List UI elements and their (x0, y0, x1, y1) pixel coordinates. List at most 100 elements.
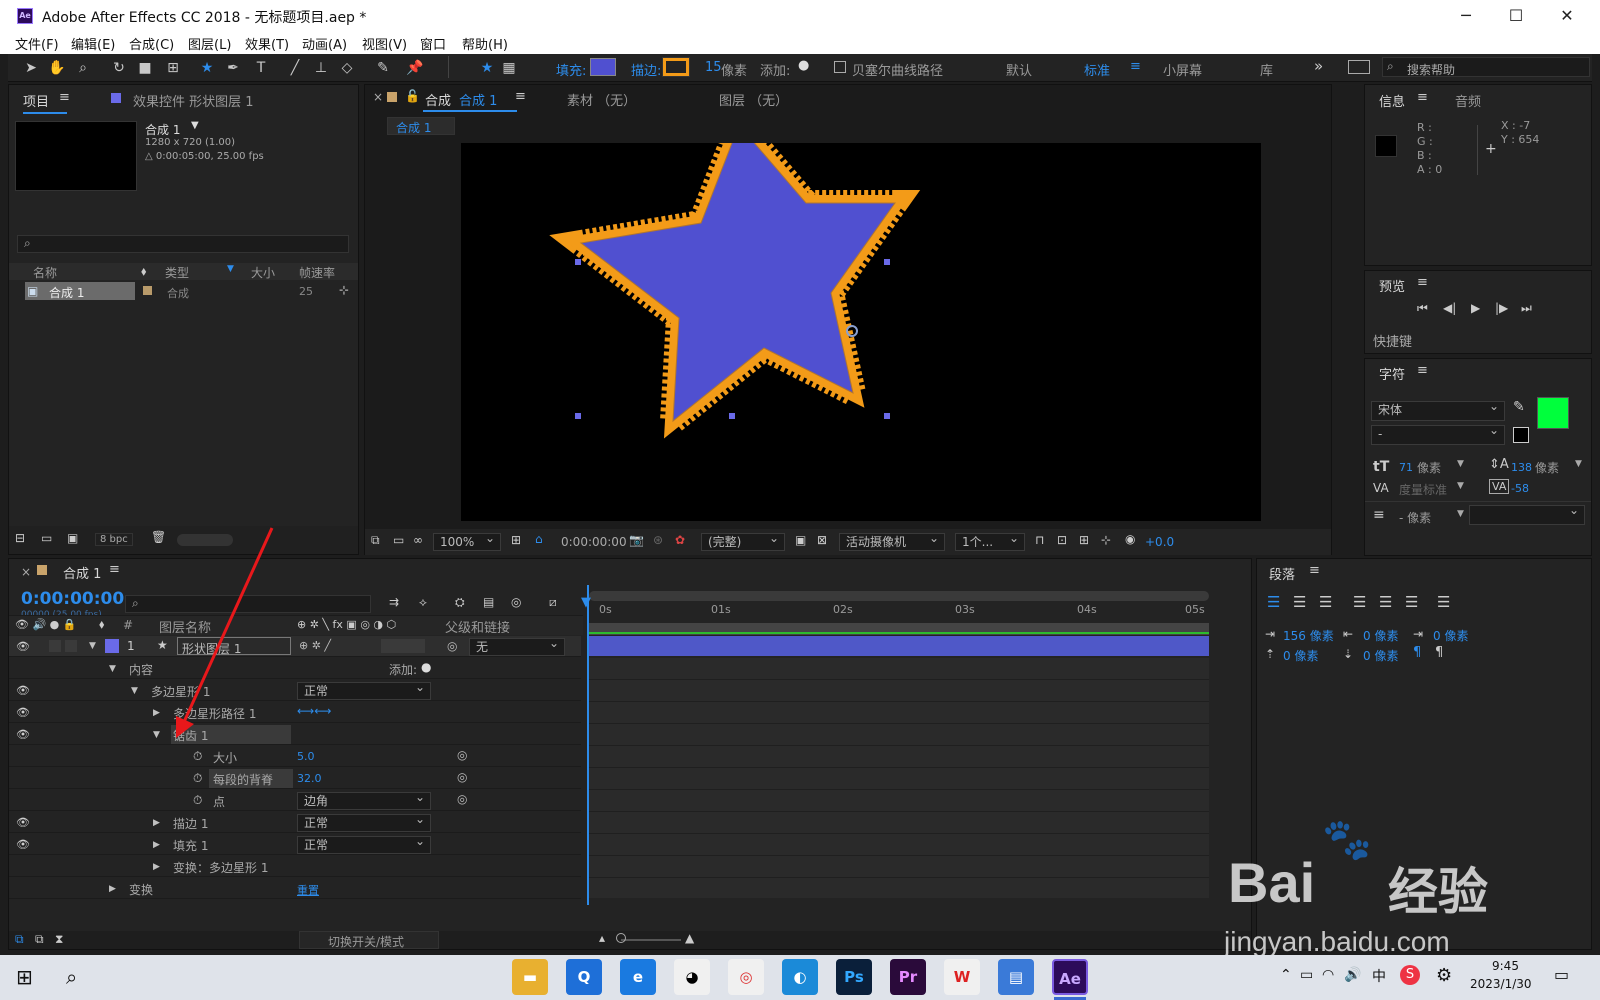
help-search-input[interactable]: 搜索帮助 (1407, 61, 1455, 78)
transform-row[interactable]: ▶ 变换 重置 (9, 878, 581, 899)
menu-animation[interactable]: 动画(A) (302, 34, 347, 53)
fill-stroke-toggle-icon[interactable] (1513, 427, 1529, 443)
font-family-dropdown[interactable]: 宋体 (1371, 398, 1505, 421)
volume-icon[interactable]: 🔊 (1344, 967, 1361, 983)
start-windows-icon[interactable]: ⊞ (16, 965, 33, 989)
battery-icon[interactable]: ▭ (1300, 967, 1313, 983)
mask-mode-icon[interactable]: ▦ (500, 59, 518, 77)
rtl-direction-icon[interactable]: ¶ (1435, 645, 1443, 660)
zoom-tool-icon[interactable]: ⌕ (74, 59, 92, 77)
tab-audio[interactable]: 音频 (1455, 91, 1481, 110)
wifi-icon[interactable]: ◠ (1322, 967, 1334, 983)
puppet-pin-tool-icon[interactable]: 📌 (406, 59, 424, 77)
menu-file[interactable]: 文件(F) (15, 34, 59, 53)
collapse-triangle-icon[interactable]: ▶ (109, 884, 116, 894)
parent-dropdown[interactable]: 无 (469, 635, 565, 656)
stroke-mode-dropdown[interactable]: 正常 (297, 811, 431, 832)
visibility-eye-icon[interactable]: 👁 (16, 684, 30, 697)
toggle-switches-modes-button[interactable]: 切换开关/模式 (299, 931, 439, 949)
exposure-value[interactable]: +0.0 (1145, 535, 1174, 549)
help-search-box[interactable]: ⌕ 搜索帮助 (1382, 57, 1590, 77)
pickwhip-icon[interactable]: ◎ (447, 639, 457, 653)
text-fill-color[interactable] (1537, 397, 1569, 429)
comp-breadcrumb[interactable]: 合成 1 (387, 117, 455, 135)
font-style-dropdown[interactable]: - (1371, 422, 1505, 445)
space-before-value[interactable]: 0 像素 (1283, 647, 1318, 664)
roto-brush-tool-icon[interactable]: ✎ (374, 59, 392, 77)
workspace-panel-icon[interactable] (1348, 60, 1370, 74)
edge-legacy-icon[interactable]: e (620, 959, 656, 995)
project-search-input[interactable]: ⌕ (17, 235, 349, 253)
clone-stamp-tool-icon[interactable]: ⊥ (312, 59, 330, 77)
tab-layer[interactable]: 图层 （无） (719, 90, 788, 109)
stroke-group-row[interactable]: 👁 ▶ 描边 1 正常 (9, 811, 581, 833)
tracking-value[interactable]: -58 (1511, 482, 1529, 495)
tab-paragraph[interactable]: 段落 (1269, 564, 1295, 583)
workspace-default[interactable]: 默认 (1006, 60, 1032, 79)
pen-tool-icon[interactable]: ✒ (224, 59, 242, 77)
polystar-path-row[interactable]: 👁 ▶ 多边星形路径 1 ⟷⟷ (9, 702, 581, 723)
collapse-triangle-icon[interactable]: ▶ (153, 840, 160, 850)
visibility-eye-icon[interactable]: 👁 (16, 816, 30, 829)
panel-menu-icon[interactable]: ≡ (59, 90, 70, 105)
tab-preview[interactable]: 预览 (1379, 276, 1405, 295)
lock-toggle[interactable] (65, 640, 77, 652)
clock-date[interactable]: 2023/1/30 (1470, 977, 1532, 991)
stroke-width-dropdown-icon[interactable]: ▼ (1457, 509, 1464, 519)
bezier-checkbox[interactable] (834, 61, 846, 73)
roi-icon[interactable]: ▣ (795, 533, 806, 547)
resolution-dropdown[interactable]: (完整) (701, 530, 785, 551)
label-tag-icon[interactable]: ⬧ (141, 264, 146, 279)
draft-3d-icon[interactable]: ⟡ (419, 595, 427, 610)
flowchart-icon[interactable]: ⊹ (339, 283, 349, 297)
stopwatch-icon[interactable]: ⏱ (193, 771, 202, 786)
visibility-eye-icon[interactable]: 👁 (16, 838, 30, 851)
panel-menu-icon[interactable]: ≡ (1309, 563, 1320, 578)
label-tag-icon[interactable]: ⬧ (99, 617, 104, 632)
time-ruler[interactable]: 0s 01s 02s 03s 04s 05s (589, 603, 1209, 623)
layer-name-box[interactable]: 形状图层 1 (177, 637, 291, 656)
channel-icon[interactable]: ✿ (675, 533, 685, 547)
layer-switches-icons[interactable]: ⊕ ✲ ╱ (299, 639, 331, 652)
expression-pickwhip-icon[interactable]: ◎ (457, 748, 467, 762)
last-frame-icon[interactable]: ⏭ (1521, 301, 1532, 316)
collapse-triangle-icon[interactable]: ▶ (153, 818, 160, 828)
photoshop-icon[interactable]: Ps (836, 959, 872, 995)
thumbnail-slider[interactable] (177, 534, 233, 546)
ridges-row[interactable]: ⏱ 每段的背脊 32.0 ◎ (9, 768, 581, 789)
new-folder-icon[interactable]: ▭ (41, 531, 52, 545)
expression-pickwhip-icon[interactable]: ◎ (457, 770, 467, 784)
layer-label-color[interactable] (105, 639, 119, 653)
justify-right-icon[interactable]: ☰ (1405, 593, 1418, 611)
justify-left-icon[interactable]: ☰ (1353, 593, 1366, 611)
shy-layers-icon[interactable]: ⛭ (455, 595, 465, 610)
menu-layer[interactable]: 图层(L) (188, 34, 231, 53)
tray-up-icon[interactable]: ⌃ (1280, 967, 1292, 983)
tab-composition-name[interactable]: 合成 1 (459, 90, 497, 109)
selection-tool-icon[interactable]: ➤ (22, 59, 40, 77)
fill-mode-dropdown[interactable]: 正常 (297, 833, 431, 854)
timeline-search-input[interactable]: ⌕ (125, 595, 371, 613)
minimize-button[interactable]: ─ (1444, 4, 1488, 28)
notification-icon[interactable]: ▭ (1554, 965, 1569, 984)
first-frame-icon[interactable]: ⏮ (1417, 301, 1428, 316)
leading-dropdown-icon[interactable]: ▼ (1575, 459, 1582, 469)
expression-pickwhip-icon[interactable]: ◎ (457, 792, 467, 806)
indent-right-value[interactable]: 0 像素 (1363, 627, 1398, 644)
panel-menu-icon[interactable]: ≡ (109, 562, 120, 577)
zigzag-size-row[interactable]: ⏱ 大小 5.0 ◎ (9, 746, 581, 767)
notepad-icon[interactable]: ▤ (998, 959, 1034, 995)
reset-exposure-icon[interactable]: ◉ (1125, 532, 1135, 546)
eraser-tool-icon[interactable]: ◇ (338, 59, 356, 77)
space-after-value[interactable]: 0 像素 (1363, 647, 1398, 664)
eyedropper-icon[interactable]: ✎ (1513, 399, 1525, 415)
brush-tool-icon[interactable]: ╱ (286, 59, 304, 77)
reset-link[interactable]: 重置 (297, 882, 319, 898)
views-dropdown[interactable]: 1个... (955, 530, 1025, 551)
viewer-timecode[interactable]: 0:00:00:00 (561, 535, 627, 549)
toggle-pixel-icon[interactable]: ⊓ (1035, 533, 1044, 547)
ltr-direction-icon[interactable]: ¶ (1413, 645, 1421, 660)
collapse-triangle-icon[interactable]: ▶ (153, 862, 160, 872)
clock-time[interactable]: 9:45 (1492, 959, 1519, 973)
stroke-width-value[interactable]: - 像素 (1399, 509, 1431, 526)
